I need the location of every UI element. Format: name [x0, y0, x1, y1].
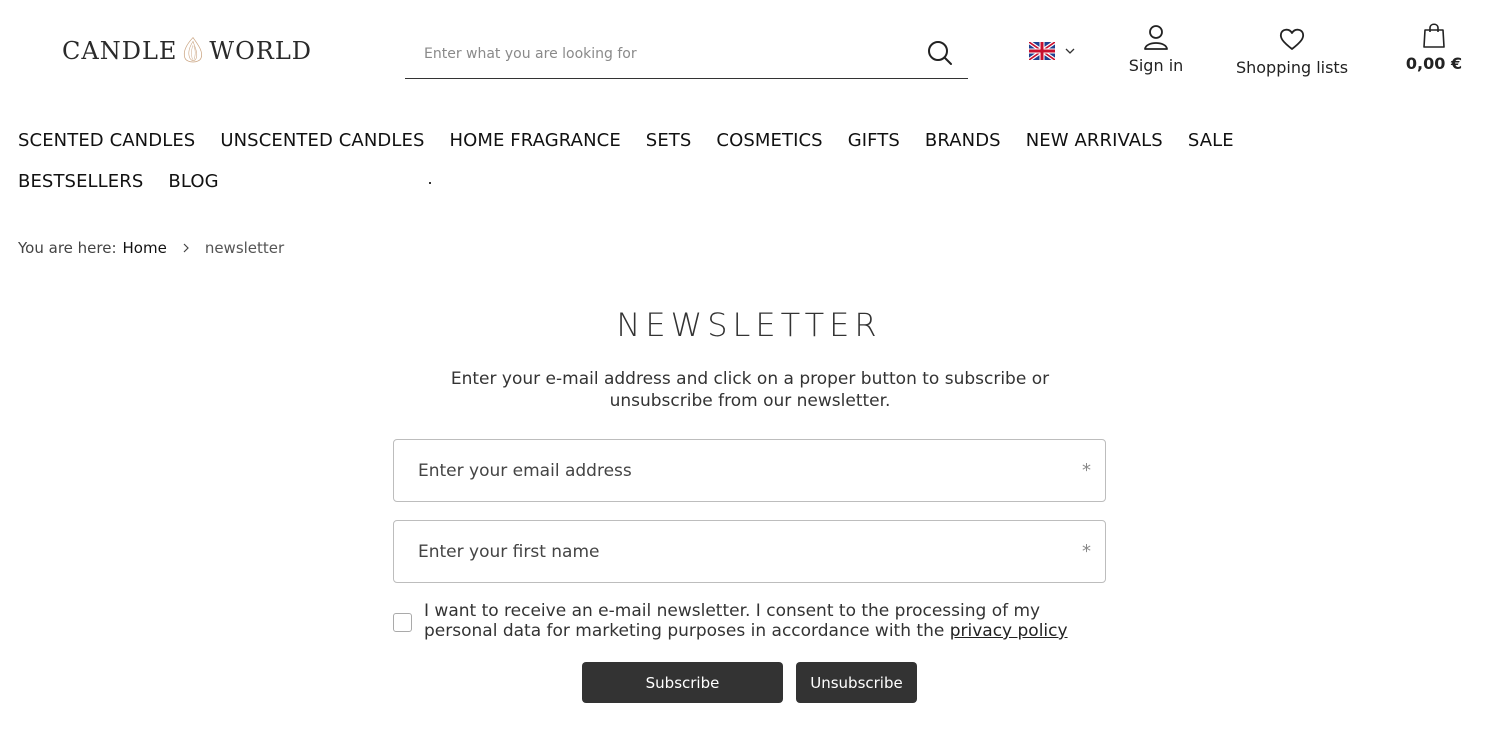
first-name-field[interactable]	[394, 541, 1034, 562]
sign-in-link[interactable]: Sign in	[1124, 24, 1188, 75]
consent-label: I want to receive an e-mail newsletter. …	[424, 601, 1106, 641]
chevron-down-icon	[1065, 48, 1075, 54]
shopping-bag-icon	[1423, 23, 1445, 48]
breadcrumb-prefix: You are here:	[18, 239, 117, 257]
main-navigation: SCENTED CANDLES UNSCENTED CANDLES HOME F…	[18, 120, 1358, 202]
nav-row-2: BESTSELLERS BLOG	[18, 161, 1358, 202]
search-input[interactable]	[405, 46, 905, 62]
search-icon[interactable]	[926, 39, 954, 67]
shopping-lists-label: Shopping lists	[1235, 58, 1349, 77]
page-title: NEWSLETTER	[616, 306, 882, 344]
consent-checkbox[interactable]	[393, 613, 412, 632]
nav-item-new-arrivals[interactable]: NEW ARRIVALS	[1026, 130, 1163, 151]
cart-total: 0,00 €	[1405, 54, 1463, 73]
search-bar	[405, 30, 968, 79]
required-mark: *	[1082, 541, 1091, 562]
consent-row: I want to receive an e-mail newsletter. …	[393, 601, 1106, 641]
nav-item-home-fragrance[interactable]: HOME FRAGRANCE	[449, 130, 620, 151]
nav-item-sale[interactable]: SALE	[1188, 130, 1234, 151]
nav-row-1: SCENTED CANDLES UNSCENTED CANDLES HOME F…	[18, 120, 1358, 161]
logo-text-right: WORLD	[209, 37, 312, 65]
email-field[interactable]	[394, 460, 1034, 481]
heart-icon	[1279, 28, 1305, 50]
uk-flag-icon	[1029, 42, 1055, 60]
nav-item-sets[interactable]: SETS	[646, 130, 692, 151]
shopping-lists-link[interactable]: Shopping lists	[1230, 26, 1354, 77]
language-selector[interactable]	[1029, 42, 1075, 60]
nav-item-blog[interactable]: BLOG	[168, 171, 218, 192]
logo-text-left: CANDLE	[62, 37, 178, 65]
chevron-right-icon	[183, 243, 189, 253]
breadcrumb: You are here: Home newsletter	[18, 239, 284, 257]
first-name-field-wrapper: *	[393, 520, 1106, 583]
nav-item-brands[interactable]: BRANDS	[925, 130, 1001, 151]
nav-dot	[429, 182, 431, 184]
cart-link[interactable]: 0,00 €	[1400, 22, 1468, 73]
flame-logo-icon	[184, 36, 203, 63]
nav-item-cosmetics[interactable]: COSMETICS	[716, 130, 822, 151]
nav-item-scented-candles[interactable]: SCENTED CANDLES	[18, 130, 195, 151]
email-field-wrapper: *	[393, 439, 1106, 502]
unsubscribe-button[interactable]: Unsubscribe	[796, 662, 917, 703]
nav-item-bestsellers[interactable]: BESTSELLERS	[18, 171, 143, 192]
breadcrumb-home-link[interactable]: Home	[123, 239, 167, 257]
user-icon	[1144, 25, 1168, 50]
required-mark: *	[1082, 460, 1091, 481]
consent-text: I want to receive an e-mail newsletter. …	[424, 601, 1041, 641]
intro-text: Enter your e-mail address and click on a…	[450, 369, 1050, 411]
breadcrumb-current: newsletter	[204, 239, 285, 257]
site-logo[interactable]: CANDLE WORLD	[62, 20, 312, 82]
sign-in-label: Sign in	[1128, 56, 1184, 75]
subscribe-button[interactable]: Subscribe	[582, 662, 783, 703]
nav-item-unscented-candles[interactable]: UNSCENTED CANDLES	[220, 130, 424, 151]
privacy-policy-link[interactable]: privacy policy	[950, 621, 1068, 641]
nav-item-gifts[interactable]: GIFTS	[848, 130, 900, 151]
